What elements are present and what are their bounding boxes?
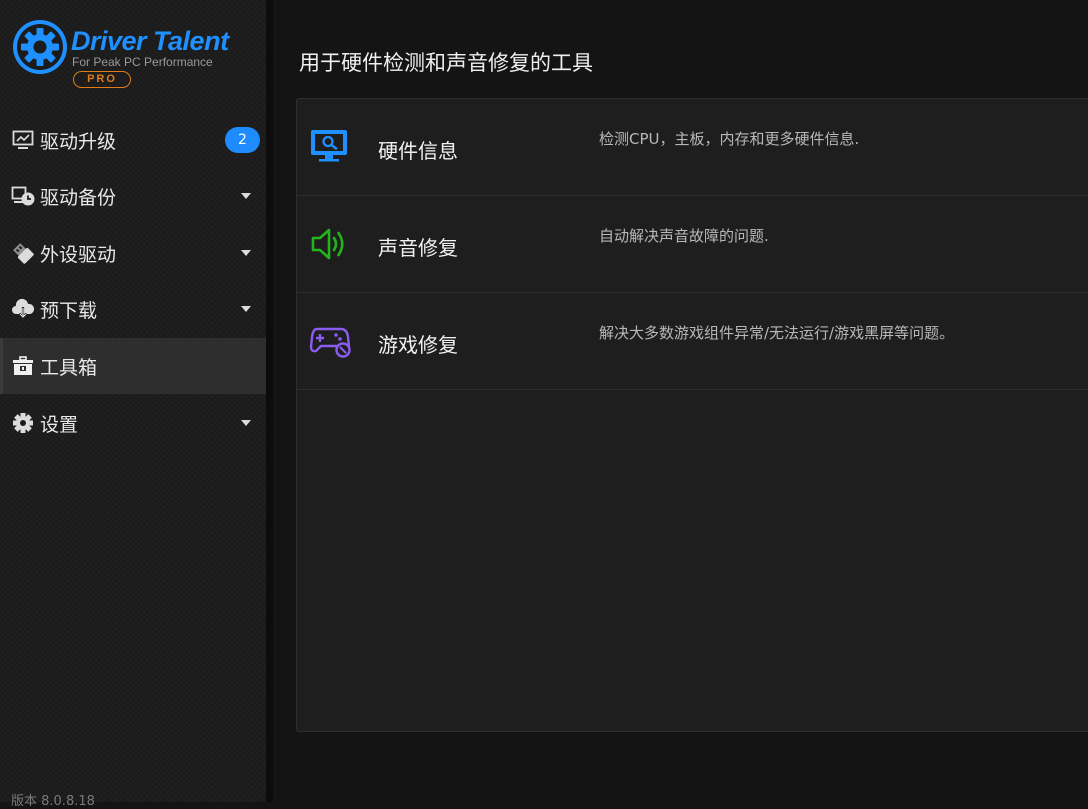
sidebar-item-label: 驱动备份: [40, 186, 117, 209]
version-label: 版本 8.0.8.18: [11, 794, 95, 809]
sidebar-divider: [266, 0, 273, 802]
tool-name: 游戏修复: [378, 333, 458, 357]
main-content: 用于硬件检测和声音修复的工具 硬件信息 检测CPU，主板，内存和更多硬件信息. …: [273, 0, 1088, 802]
sidebar-item-toolbox[interactable]: 工具箱: [0, 338, 266, 394]
chevron-down-icon: [241, 420, 251, 426]
usb-icon: [11, 241, 35, 265]
sidebar-item-label: 驱动升级: [40, 130, 117, 153]
pro-badge: PRO: [73, 71, 131, 88]
sidebar-item-settings[interactable]: 设置: [0, 395, 266, 451]
sidebar-item-predownload[interactable]: 预下载: [0, 281, 266, 337]
gear-icon: [11, 411, 35, 435]
tool-row-hardware-info[interactable]: 硬件信息 检测CPU，主板，内存和更多硬件信息.: [297, 99, 1088, 196]
speaker-icon: [311, 228, 344, 260]
chevron-down-icon: [241, 193, 251, 199]
backup-icon: [11, 184, 35, 208]
monitor-icon: [11, 128, 35, 152]
logo-title: Driver Talent: [71, 26, 229, 56]
sidebar-item-label: 设置: [40, 413, 79, 436]
tool-row-sound-repair[interactable]: 声音修复 自动解决声音故障的问题.: [297, 196, 1088, 293]
tool-name: 硬件信息: [378, 139, 458, 163]
sidebar-item-label: 工具箱: [40, 356, 98, 379]
chevron-down-icon: [241, 306, 251, 312]
sidebar-item-driver-update[interactable]: 驱动升级 2: [0, 112, 266, 168]
tool-description: 自动解决声音故障的问题.: [599, 227, 769, 245]
chevron-down-icon: [241, 250, 251, 256]
app-logo: Driver Talent For Peak PC Performance PR…: [11, 18, 241, 92]
hardware-monitor-icon: [311, 130, 347, 162]
update-count-badge: 2: [225, 127, 260, 153]
tool-description: 解决大多数游戏组件异常/无法运行/游戏黑屏等问题。: [599, 324, 955, 342]
sidebar: Driver Talent For Peak PC Performance PR…: [0, 0, 266, 809]
page-title: 用于硬件检测和声音修复的工具: [299, 51, 593, 75]
sidebar-item-label: 预下载: [40, 299, 98, 322]
sidebar-item-peripheral-drivers[interactable]: 外设驱动: [0, 225, 266, 281]
logo-subtitle: For Peak PC Performance: [72, 55, 213, 69]
gear-logo-icon: [13, 20, 67, 74]
tools-panel: 硬件信息 检测CPU，主板，内存和更多硬件信息. 声音修复 自动解决声音故障的问…: [296, 98, 1088, 732]
tool-description: 检测CPU，主板，内存和更多硬件信息.: [599, 130, 860, 148]
sidebar-item-label: 外设驱动: [40, 243, 117, 266]
toolbox-icon: [11, 354, 35, 378]
gamepad-icon: [309, 327, 351, 358]
tool-row-game-repair[interactable]: 游戏修复 解决大多数游戏组件异常/无法运行/游戏黑屏等问题。: [297, 293, 1088, 390]
tool-name: 声音修复: [378, 236, 458, 260]
cloud-download-icon: [11, 297, 35, 321]
sidebar-item-driver-backup[interactable]: 驱动备份: [0, 168, 266, 224]
